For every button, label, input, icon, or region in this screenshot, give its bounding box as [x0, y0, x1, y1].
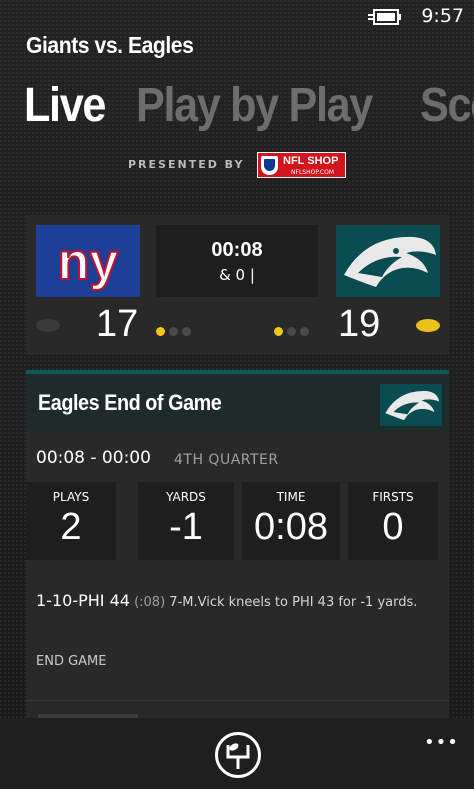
stat-value: -1 — [169, 506, 203, 548]
stat-value: 0:08 — [254, 506, 328, 548]
page-title: Giants vs. Eagles — [26, 32, 194, 58]
status-bar: 9:57 — [0, 0, 474, 34]
goalpost-icon — [226, 743, 250, 769]
away-possession-football-icon — [416, 319, 440, 332]
play-situation: 1-10-PHI 44 — [36, 591, 130, 610]
nfl-shop-badge[interactable]: NFL SHOP NFLSHOP.COM — [257, 152, 346, 178]
scoreboard-card[interactable]: ny 00:08 & 0 | 17 19 — [26, 215, 449, 355]
eagles-head-icon — [380, 384, 442, 426]
stat-firsts: FIRSTS 0 — [348, 482, 438, 560]
game-clock-box: 00:08 & 0 | — [156, 225, 318, 297]
tab-play-by-play[interactable]: Play by Play — [136, 78, 373, 133]
timeout-dot — [287, 327, 296, 336]
stat-plays: PLAYS 2 — [26, 482, 116, 560]
drive-team-logo — [380, 384, 442, 426]
battery-charging-icon — [368, 9, 401, 25]
eagles-head-icon — [336, 225, 440, 297]
play-text: 7-M.Vick kneels to PHI 43 for -1 yards. — [169, 595, 418, 610]
stat-label: TIME — [276, 490, 306, 504]
drive-header: Eagles End of Game — [26, 374, 449, 432]
timeout-dot — [274, 327, 283, 336]
stat-label: PLAYS — [52, 490, 90, 504]
eagles-logo — [336, 225, 440, 297]
home-timeouts — [156, 321, 195, 336]
drive-time-range: 00:08 - 00:00 — [36, 448, 151, 468]
down-distance: & 0 | — [219, 266, 255, 284]
timeout-dot — [182, 327, 191, 336]
game-clock: 00:08 — [211, 239, 263, 261]
sponsor-banner: PRESENTED BY — [0, 144, 474, 186]
svg-text:ny: ny — [58, 233, 119, 291]
timeout-dot — [169, 327, 178, 336]
drive-title: Eagles End of Game — [38, 390, 222, 415]
giants-ny-icon: ny — [36, 225, 140, 297]
tab-scoring[interactable]: Scori — [420, 78, 474, 133]
play-description: 1-10-PHI 44 (:08) 7-M.Vick kneels to PHI… — [36, 592, 436, 612]
giants-logo: ny — [36, 225, 140, 297]
stat-label: FIRSTS — [372, 490, 414, 504]
home-possession-football-icon — [36, 319, 60, 332]
field-goal-button[interactable] — [215, 732, 261, 778]
divider — [26, 700, 449, 701]
tab-live[interactable]: Live — [24, 78, 106, 133]
play-time: (:08) — [134, 595, 166, 610]
nfl-shop-url: NFLSHOP.COM — [291, 169, 335, 176]
stat-value: 2 — [60, 506, 82, 548]
stat-time: TIME 0:08 — [242, 482, 340, 560]
stat-value: 0 — [382, 506, 404, 548]
clock: 9:57 — [421, 5, 464, 27]
drive-quarter: 4TH QUARTER — [174, 452, 279, 468]
nfl-shield-icon — [261, 156, 278, 175]
nfl-shop-label: NFL SHOP — [283, 155, 339, 167]
sponsor-label: PRESENTED BY — [128, 158, 245, 171]
more-options-icon[interactable]: ••• — [424, 732, 459, 753]
away-score: 19 — [338, 303, 381, 345]
timeout-dot — [300, 327, 309, 336]
timeout-dot — [156, 327, 165, 336]
end-game-label: END GAME — [36, 654, 107, 669]
stat-label: YARDS — [166, 490, 206, 504]
home-score: 17 — [96, 303, 139, 345]
pivot-tabs: Live Play by Play Scori — [24, 78, 474, 142]
away-timeouts — [274, 321, 313, 336]
stat-yards: YARDS -1 — [138, 482, 234, 560]
drive-summary-card[interactable]: Eagles End of Game 00:08 - 00:00 4TH QUA… — [26, 370, 449, 720]
